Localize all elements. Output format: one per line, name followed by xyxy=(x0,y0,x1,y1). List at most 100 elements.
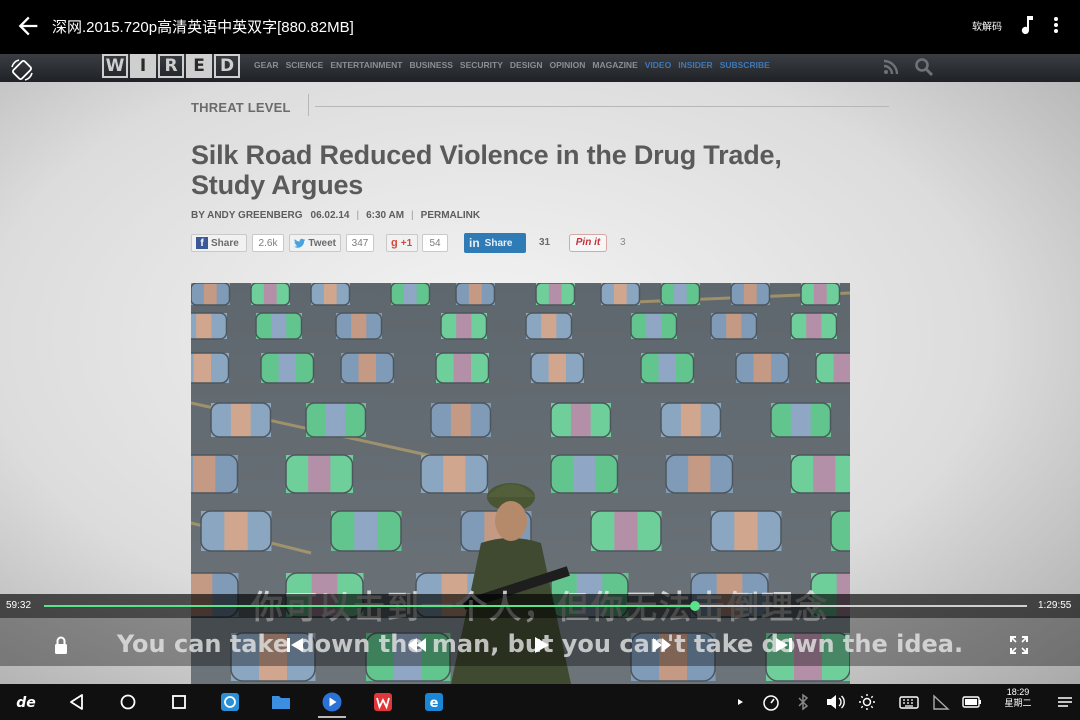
wired-nav-item: SCIENCE xyxy=(285,60,324,70)
photo-bale xyxy=(550,454,619,494)
publish-time: 6:30 AM xyxy=(366,210,405,221)
music-note-icon[interactable] xyxy=(1016,14,1036,36)
photo-bale xyxy=(735,352,790,384)
fullscreen-icon[interactable] xyxy=(1008,634,1030,656)
tray-expand-icon[interactable] xyxy=(730,691,750,713)
photo-bale xyxy=(535,283,576,306)
facebook-icon: f xyxy=(196,237,208,249)
video-player-app-icon[interactable] xyxy=(321,691,343,713)
photo-bale xyxy=(440,312,488,340)
photo-bale xyxy=(800,283,841,306)
gplus-count: 54 xyxy=(422,234,448,252)
wired-nav-item: BUSINESS xyxy=(409,60,453,70)
photo-bale xyxy=(390,283,431,306)
browser-app-icon[interactable]: e xyxy=(423,691,445,713)
article-headline: Silk Road Reduced Violence in the Drug T… xyxy=(191,140,782,200)
wps-office-app-icon[interactable] xyxy=(372,691,394,713)
system-clock[interactable]: 18:29 星期二 xyxy=(998,687,1038,709)
photo-bale xyxy=(455,283,496,306)
photo-bale xyxy=(255,312,303,340)
section-divider xyxy=(308,94,890,116)
photo-bale xyxy=(640,352,695,384)
photo-bale xyxy=(770,402,832,438)
notifications-menu-icon[interactable] xyxy=(1054,691,1076,713)
nav-home-icon[interactable] xyxy=(117,691,139,713)
photo-bale xyxy=(310,283,351,306)
wired-nav-item: GEAR xyxy=(254,60,279,70)
keyboard-icon[interactable] xyxy=(898,691,920,713)
more-vert-icon[interactable] xyxy=(1048,14,1064,36)
photo-bale xyxy=(710,312,758,340)
previous-icon[interactable] xyxy=(284,634,306,656)
wired-nav-item: SUBSCRIBE xyxy=(719,60,770,70)
svg-text:de: de xyxy=(16,695,36,711)
wired-header: WIRED GEAR SCIENCE ENTERTAINMENT BUSINESS SE… xyxy=(0,54,1080,82)
rotate-screen-icon[interactable] xyxy=(10,58,34,82)
byline: BY ANDY GREENBERG 06.02.14 | 6:30 AM | P… xyxy=(191,210,481,221)
signal-icon[interactable] xyxy=(930,691,952,713)
twitter-count: 347 xyxy=(346,234,374,252)
author: BY ANDY GREENBERG xyxy=(191,210,303,221)
wired-nav: GEAR SCIENCE ENTERTAINMENT BUSINESS SECURITY… xyxy=(254,60,770,70)
seek-knob[interactable] xyxy=(689,601,700,611)
photo-bale xyxy=(285,454,354,494)
clock-time: 18:29 xyxy=(1006,687,1030,697)
active-app-indicator xyxy=(318,716,346,718)
decoder-toggle[interactable]: 软解码 xyxy=(972,18,1002,33)
photo-bale xyxy=(600,283,641,306)
play-icon[interactable] xyxy=(530,634,552,656)
nav-recents-icon[interactable] xyxy=(168,691,190,713)
photo-bale xyxy=(790,312,838,340)
photo-bale xyxy=(730,283,771,306)
section-label: THREAT LEVEL xyxy=(191,100,291,115)
photo-bale xyxy=(200,510,272,552)
seek-bar[interactable] xyxy=(44,601,1027,611)
nav-back-icon[interactable] xyxy=(66,691,88,713)
brightness-icon[interactable] xyxy=(856,691,878,713)
tweet-button: Tweet xyxy=(289,234,341,252)
twitter-bird-icon xyxy=(294,238,306,248)
linkedin-count: 31 xyxy=(539,237,551,248)
photo-bale xyxy=(525,312,573,340)
gplus-icon: g xyxy=(391,237,398,249)
photo-bale xyxy=(660,283,701,306)
photo-bale xyxy=(420,454,489,494)
linkedin-share-button: in Share xyxy=(464,233,526,253)
permalink: PERMALINK xyxy=(420,210,481,221)
wired-nav-item: MAGAZINE xyxy=(592,60,638,70)
volume-icon[interactable] xyxy=(824,691,846,713)
next-icon[interactable] xyxy=(773,634,795,656)
photo-bale xyxy=(430,402,492,438)
search-icon xyxy=(915,58,934,77)
rewind-icon[interactable] xyxy=(406,634,428,656)
lock-icon[interactable] xyxy=(50,634,72,656)
wired-nav-item: VIDEO xyxy=(644,60,672,70)
seek-bar-played xyxy=(44,605,695,607)
pinterest-count: 3 xyxy=(620,237,626,248)
file-manager-app-icon[interactable] xyxy=(270,691,292,713)
back-arrow-icon[interactable] xyxy=(14,12,42,40)
wired-nav-item: OPINION xyxy=(549,60,586,70)
photo-bale xyxy=(830,510,850,552)
speedometer-icon[interactable] xyxy=(760,691,782,713)
photo-bale xyxy=(191,454,239,494)
photo-bale xyxy=(790,454,850,494)
wired-nav-item: INSIDER xyxy=(678,60,713,70)
publish-date: 06.02.14 xyxy=(310,210,350,221)
bluetooth-icon[interactable] xyxy=(792,691,814,713)
fast-forward-icon[interactable] xyxy=(651,634,673,656)
wired-logo: WIRED xyxy=(102,54,240,78)
photo-bale xyxy=(191,312,228,340)
facebook-share-button: f Share xyxy=(191,234,247,252)
battery-icon[interactable] xyxy=(961,691,983,713)
photo-bale xyxy=(250,283,291,306)
photo-bale xyxy=(630,312,678,340)
launcher-logo-icon[interactable]: de xyxy=(15,691,37,713)
wired-nav-item: SECURITY xyxy=(459,60,503,70)
gallery-app-icon[interactable] xyxy=(219,691,241,713)
rss-icon xyxy=(883,59,899,75)
photo-bale xyxy=(191,352,230,384)
photo-bale xyxy=(191,283,231,306)
photo-bale xyxy=(340,352,395,384)
pin-it-button: Pin it xyxy=(569,234,607,252)
